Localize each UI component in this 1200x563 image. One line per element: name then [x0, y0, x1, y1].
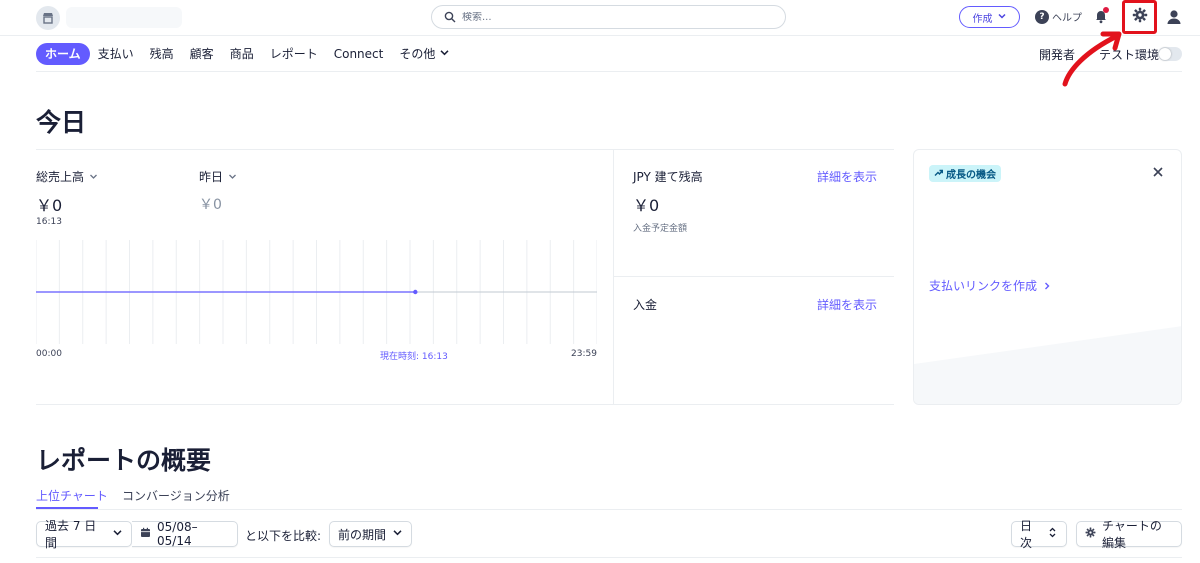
- chevron-down-icon: [997, 11, 1007, 24]
- calendar-icon: [140, 527, 151, 541]
- nav-item-customers[interactable]: 顧客: [182, 43, 222, 65]
- nav-item-balances[interactable]: 残高: [142, 43, 182, 65]
- gross-volume-label: 総売上高: [36, 170, 85, 184]
- divider: [36, 404, 894, 405]
- nav-divider: [36, 71, 1182, 72]
- edit-charts-label: チャートの編集: [1102, 519, 1162, 550]
- create-payment-link[interactable]: 支払いリンクを作成: [929, 277, 1051, 294]
- chevron-down-icon: [439, 43, 450, 65]
- interval-label: 日次: [1020, 519, 1033, 550]
- create-button[interactable]: 作成: [959, 6, 1020, 28]
- date-range-value: 05/08–05/14: [157, 520, 198, 548]
- tab-top-charts[interactable]: 上位チャート: [36, 487, 108, 504]
- payouts-details-link[interactable]: 詳細を表示: [817, 296, 877, 313]
- annotation-arrow: [1062, 31, 1122, 87]
- create-button-label: 作成: [972, 13, 993, 25]
- divider: [36, 557, 1182, 558]
- nav-item-connect[interactable]: Connect: [326, 43, 392, 65]
- date-picker[interactable]: 05/08–05/14: [132, 520, 238, 548]
- help-button[interactable]: ? ヘルプ: [1035, 9, 1082, 24]
- chevron-down-icon: [112, 527, 123, 541]
- search-bar[interactable]: [431, 5, 786, 29]
- gear-icon: [1085, 527, 1096, 541]
- chevron-up-down-icon: [1047, 527, 1058, 541]
- chart-axis-now: 現在時刻: 16:13: [380, 352, 448, 362]
- user-account-icon[interactable]: [1165, 8, 1183, 26]
- test-mode-toggle[interactable]: [1158, 47, 1182, 61]
- yesterday-value: ￥0: [199, 197, 222, 213]
- interval-select[interactable]: 日次: [1011, 519, 1067, 550]
- compare-period-label: 前の期間: [338, 527, 387, 542]
- redacted-content: [920, 194, 1168, 240]
- notification-dot: [1103, 7, 1109, 13]
- top-bar: 作成 ? ヘルプ: [0, 0, 1200, 36]
- date-range-select[interactable]: 過去 7 日間: [36, 519, 132, 550]
- divider: [613, 149, 614, 405]
- gear-icon: [1132, 7, 1148, 27]
- search-input[interactable]: [462, 11, 762, 23]
- divider: [36, 149, 894, 150]
- tab-conversion-analysis[interactable]: コンバージョン分析: [122, 487, 230, 504]
- nav-item-home[interactable]: ホーム: [36, 43, 90, 65]
- date-range-label: 過去 7 日間: [45, 519, 97, 550]
- growth-badge: 成長の機会: [929, 165, 1001, 182]
- balance-details-link[interactable]: 詳細を表示: [817, 168, 877, 185]
- yesterday-label: 昨日: [199, 170, 224, 184]
- tab-divider: [36, 509, 1182, 510]
- gross-volume-dropdown[interactable]: 総売上高: [36, 168, 98, 185]
- create-payment-link-label: 支払いリンクを作成: [929, 279, 1038, 293]
- balance-value: ￥0: [633, 196, 660, 215]
- chevron-down-icon: [228, 170, 237, 184]
- growth-opportunity-card: 成長の機会 支払いリンクを作成: [913, 149, 1182, 405]
- help-icon: ?: [1035, 9, 1049, 24]
- nav-item-reports[interactable]: レポート: [262, 43, 326, 65]
- divider: [614, 276, 894, 277]
- help-label: ヘルプ: [1052, 13, 1082, 24]
- growth-badge-label: 成長の機会: [946, 170, 996, 181]
- nav-item-payments[interactable]: 支払い: [90, 43, 142, 65]
- report-overview-heading: レポートの概要: [36, 446, 212, 475]
- compare-label: と以下を比較:: [245, 529, 322, 543]
- yesterday-dropdown[interactable]: 昨日: [199, 168, 237, 185]
- account-name-redacted[interactable]: [66, 7, 182, 28]
- nav-item-more[interactable]: その他: [391, 43, 458, 65]
- store-icon[interactable]: [36, 6, 60, 30]
- today-gross-volume-chart: [36, 240, 597, 344]
- chevron-down-icon: [89, 170, 98, 184]
- nav-more-label: その他: [399, 47, 436, 61]
- chart-axis-end: 23:59: [571, 349, 597, 359]
- main-nav: ホーム 支払い 残高 顧客 商品 レポート Connect その他: [36, 43, 458, 65]
- nav-item-products[interactable]: 商品: [222, 43, 262, 65]
- payouts-title: 入金: [633, 298, 658, 312]
- balance-title: JPY 建て残高: [633, 170, 703, 184]
- notifications-bell-icon[interactable]: [1093, 7, 1109, 24]
- chart-current-point: [413, 289, 418, 295]
- gross-volume-value: ￥0: [36, 196, 63, 215]
- balance-subtitle: 入金予定金額: [633, 224, 688, 234]
- today-heading: 今日: [36, 108, 87, 137]
- close-icon[interactable]: [1151, 164, 1165, 178]
- chevron-right-icon: [1043, 279, 1051, 293]
- gross-volume-time: 16:13: [36, 217, 62, 227]
- search-icon: [444, 8, 456, 27]
- trending-up-icon: [934, 168, 943, 180]
- edit-charts-button[interactable]: チャートの編集: [1076, 519, 1182, 550]
- compare-period-select[interactable]: 前の期間: [329, 521, 412, 547]
- chevron-down-icon: [392, 527, 403, 541]
- chart-axis-start: 00:00: [36, 349, 62, 359]
